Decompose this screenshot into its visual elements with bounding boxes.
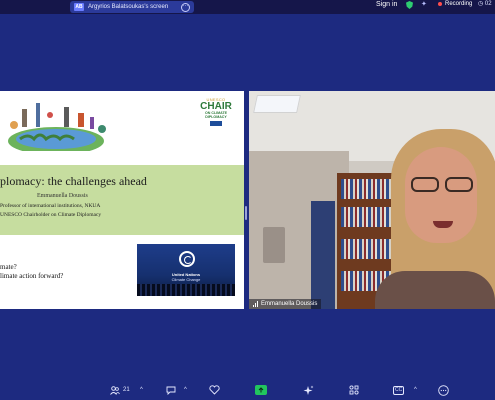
unesco-chair-logo: UNESCO CHAIR ON CLIMATE DIPLOMACY	[196, 97, 236, 126]
meeting-toolbar	[0, 378, 495, 400]
participants-button[interactable]: 21	[110, 384, 130, 396]
slide-question-2: limate action forward?	[0, 272, 64, 280]
slide-question-1: mate?	[0, 263, 17, 271]
ai-companion-icon	[303, 385, 314, 395]
unfccc-image: United Nations Climate Change	[137, 244, 235, 296]
more-button[interactable]	[438, 384, 449, 396]
participant-glasses	[407, 177, 475, 193]
screen-share-indicator[interactable]: AB Argyrios Balatsoukas's screen ···	[70, 1, 194, 13]
video-door	[311, 201, 335, 309]
video-books-row	[341, 179, 393, 199]
participant-name: Emmanuella Doussis	[261, 301, 318, 307]
slide-author: Emmanuella Doussis	[37, 193, 88, 199]
glasses-lens	[445, 177, 473, 192]
screen-share-title: Argyrios Balatsoukas's screen	[88, 4, 169, 10]
captions-chevron-up-icon[interactable]: ^	[414, 384, 417, 396]
reactions-button[interactable]	[209, 384, 220, 396]
signal-strength-icon	[253, 301, 258, 307]
participants-count: 21	[123, 387, 130, 393]
share-screen-button[interactable]	[255, 384, 267, 396]
shared-screen-slide: UNESCO CHAIR ON CLIMATE DIPLOMACY plomac…	[0, 91, 244, 309]
chat-chevron-up-icon[interactable]: ^	[184, 384, 187, 396]
recording-dot-icon	[438, 2, 442, 6]
chat-icon	[166, 386, 176, 395]
participant-shirt	[375, 271, 495, 309]
video-shelf-items	[263, 227, 285, 263]
chat-button[interactable]	[166, 384, 176, 396]
reactions-icon	[209, 385, 220, 395]
participants-icon	[110, 385, 120, 395]
participant-video[interactable]	[249, 91, 495, 309]
timer-value: 02	[484, 1, 492, 7]
captions-icon: CC	[393, 385, 405, 395]
video-books-row	[341, 239, 393, 259]
slide-title-band: plomacy: the challenges ahead Emmanuella…	[0, 165, 244, 235]
captions-button[interactable]: CC	[393, 384, 405, 396]
split-view-resize-handle[interactable]	[245, 206, 247, 220]
meeting-window: AB Argyrios Balatsoukas's screen ··· Sig…	[0, 0, 495, 400]
video-ceiling-light	[253, 95, 301, 113]
ai-companion-button[interactable]	[303, 384, 314, 396]
encryption-shield-icon[interactable]	[406, 1, 413, 9]
slide-heading: plomacy: the challenges ahead	[0, 174, 147, 188]
slide-author-role-2: UNESCO Chairholder on Climate Diplomacy	[0, 212, 102, 218]
sign-in-link[interactable]: Sign in	[376, 0, 397, 9]
more-options-icon[interactable]: ···	[181, 2, 190, 12]
audience-silhouette	[137, 284, 235, 296]
unfccc-emblem-icon	[179, 251, 195, 267]
recording-label: Recording	[445, 1, 473, 7]
slide-author-role-1: Professor of international institutions,…	[0, 203, 101, 209]
participant-face	[405, 147, 477, 243]
recording-indicator[interactable]: Recording	[438, 0, 472, 8]
nkua-logo-icon	[210, 121, 222, 126]
climate-illustration	[8, 103, 106, 151]
video-books-row	[341, 207, 393, 227]
more-icon	[438, 384, 449, 396]
logo-chair-text: CHAIR	[200, 101, 232, 112]
apps-button[interactable]	[349, 384, 359, 396]
participants-chevron-up-icon[interactable]: ^	[140, 384, 143, 396]
meeting-timer: ◷ 02	[478, 1, 492, 7]
unfccc-sub-text: Climate Change	[171, 277, 201, 282]
glasses-lens	[411, 177, 439, 192]
participant-name-tag: Emmanuella Doussis	[249, 299, 322, 309]
ai-sparkle-icon[interactable]: ✦	[421, 0, 427, 8]
presenter-avatar: AB	[74, 3, 84, 11]
top-bar: AB Argyrios Balatsoukas's screen ··· Sig…	[0, 0, 495, 14]
share-screen-icon	[255, 385, 267, 395]
apps-icon	[349, 385, 359, 395]
logo-sub-line-2: DIPLOMACY	[205, 115, 227, 119]
